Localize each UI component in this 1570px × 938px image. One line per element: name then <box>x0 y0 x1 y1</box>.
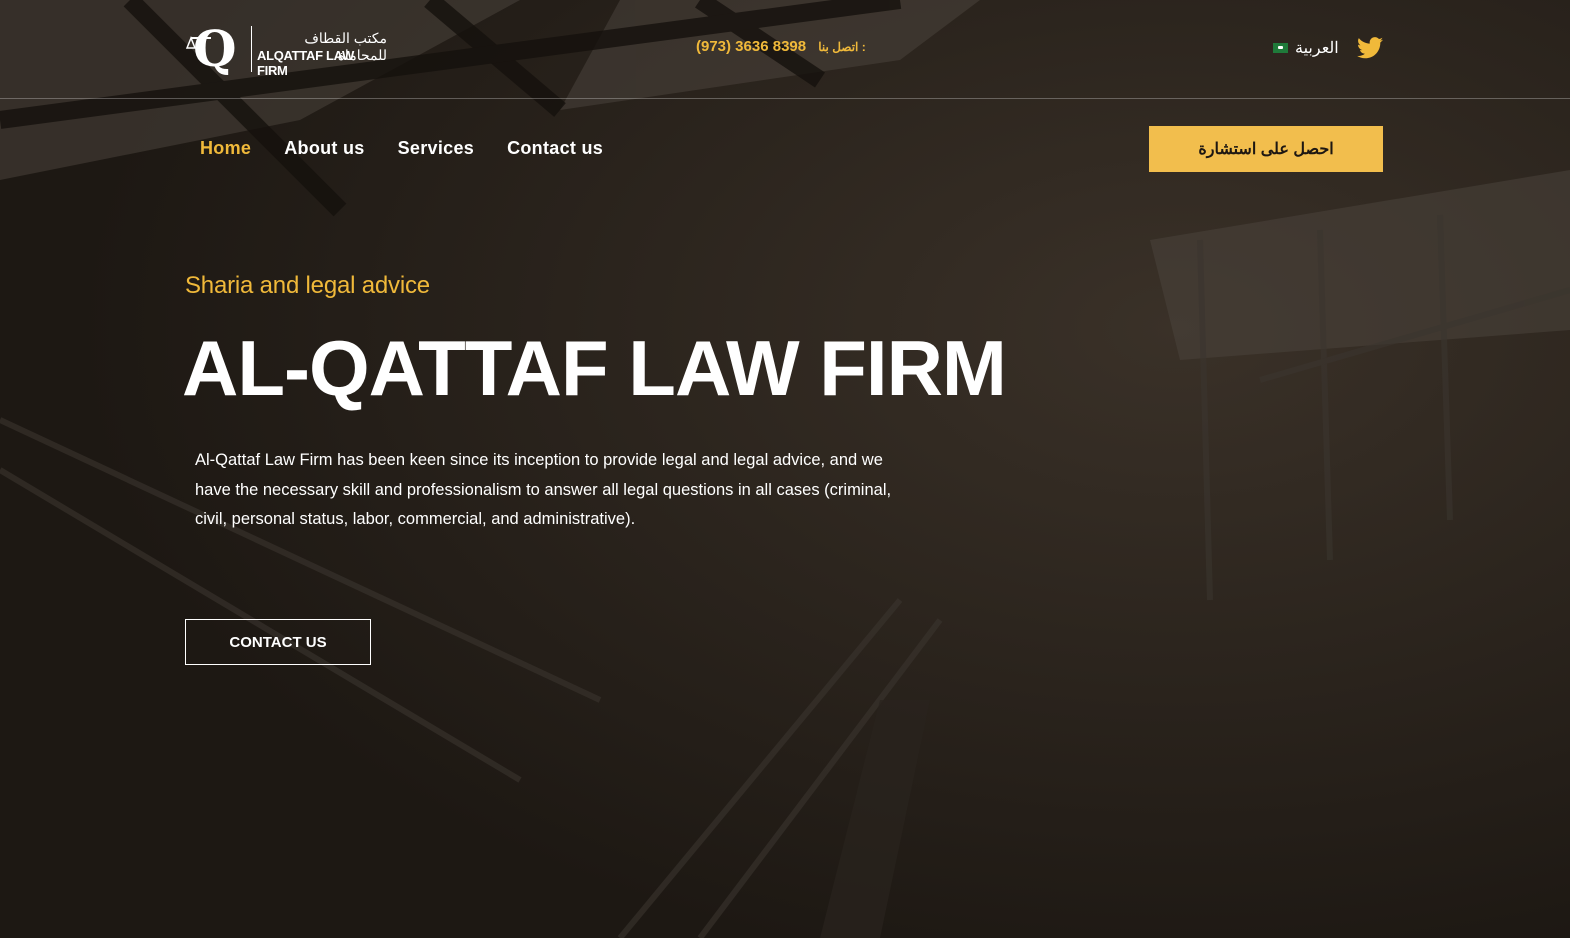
top-bar: Q مكتب القطاف للمحاماة ALQATTAF LAW FIRM… <box>0 0 1570 99</box>
nav-contact-us[interactable]: Contact us <box>507 138 603 159</box>
nav-services[interactable]: Services <box>398 138 474 159</box>
hero-title: AL-QATTAF LAW FIRM <box>182 324 1007 412</box>
nav-about-us[interactable]: About us <box>284 138 364 159</box>
phone-number: (973) 3636 8398 <box>696 38 807 55</box>
twitter-icon[interactable] <box>1357 37 1383 59</box>
get-consultation-button[interactable]: احصل على استشارة <box>1149 126 1383 172</box>
hero-subtitle: Sharia and legal advice <box>185 272 430 299</box>
contact-phone[interactable]: (973) 3636 8398 اتصل بنا : <box>696 38 866 55</box>
scales-q-logo-icon: Q <box>185 22 237 76</box>
contact-us-button[interactable]: CONTACT US <box>185 619 371 665</box>
nav-home[interactable]: Home <box>200 138 251 159</box>
language-switcher[interactable]: العربية <box>1273 38 1339 58</box>
svg-text:Q: Q <box>193 22 237 76</box>
main-nav: Home About us Services Contact us <box>200 138 603 159</box>
hero-description: Al-Qattaf Law Firm has been keen since i… <box>195 451 892 528</box>
phone-label: اتصل بنا : <box>818 40 866 54</box>
logo-separator <box>251 26 252 72</box>
saudi-flag-icon <box>1273 43 1288 53</box>
logo-english-text: ALQATTAF LAW FIRM <box>257 48 355 78</box>
language-label: العربية <box>1295 40 1339 57</box>
firm-logo[interactable]: Q مكتب القطاف للمحاماة ALQATTAF LAW FIRM <box>185 22 390 78</box>
